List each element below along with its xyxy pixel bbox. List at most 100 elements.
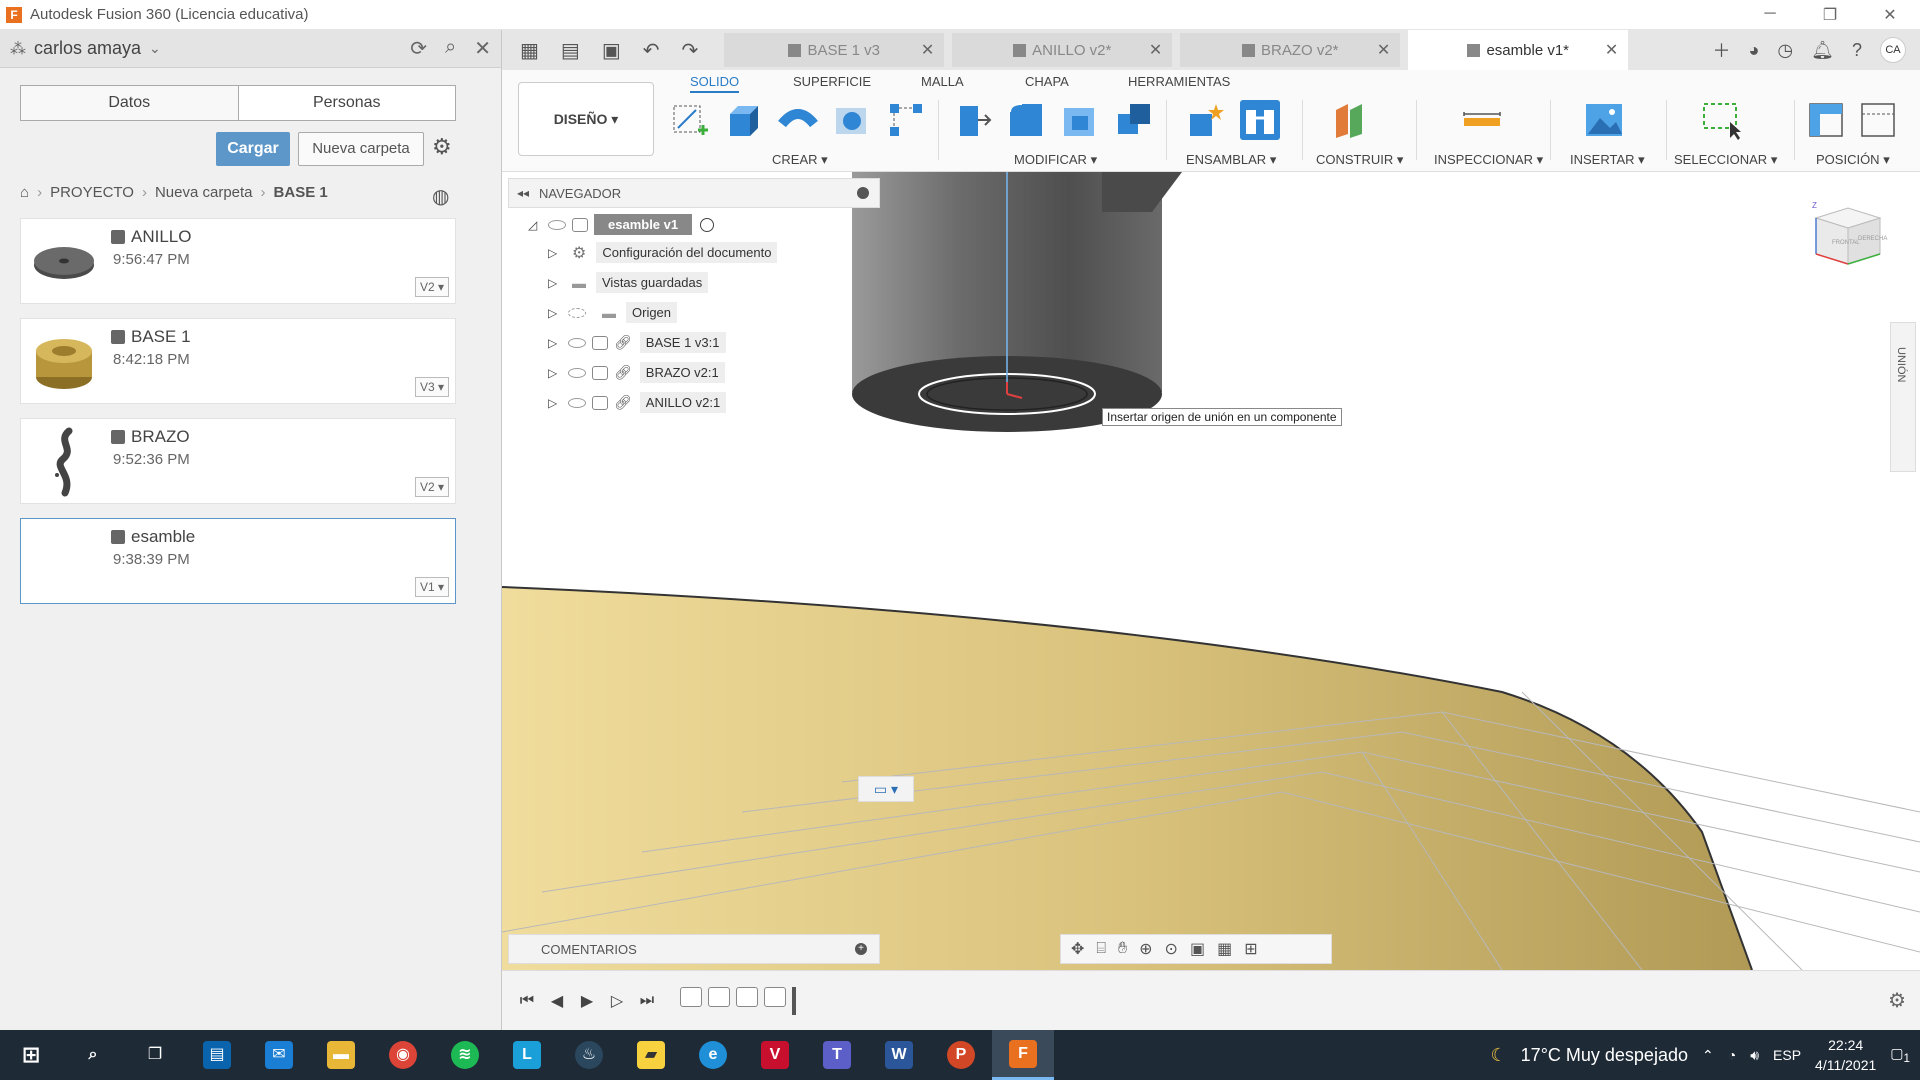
edge-icon[interactable]: e [682,1030,744,1080]
group-modificar[interactable]: MODIFICAR ▾ [1014,152,1097,168]
step-back-icon[interactable]: ◀ [542,991,572,1011]
mail-icon[interactable]: ✉ [248,1030,310,1080]
job-status-icon[interactable]: ◷ [1777,40,1793,61]
upload-button[interactable]: Cargar [216,132,290,166]
undo-icon[interactable]: ↶ [643,38,660,63]
tab-datos[interactable]: Datos [21,86,239,120]
store-icon[interactable]: ▤ [186,1030,248,1080]
group-crear[interactable]: CREAR ▾ [772,152,828,168]
notification-center-icon[interactable]: ▢1 [1890,1045,1910,1065]
file-card-base-1[interactable]: BASE 1 8:42:18 PM V3 ▾ [20,318,456,404]
visibility-eye-icon[interactable] [568,367,586,378]
doc-tab-esamble[interactable]: esamble v1* ✕ [1408,30,1629,70]
language-indicator[interactable]: ESP [1773,1047,1801,1063]
fit-icon[interactable]: ⊙ [1165,939,1178,959]
spotify-icon[interactable]: ≋ [434,1030,496,1080]
avatar[interactable]: CA [1880,37,1906,63]
expand-triangle-icon[interactable]: ▷ [548,306,562,320]
close-tab-icon[interactable]: ✕ [921,40,934,60]
timeline-step[interactable] [708,986,730,1007]
tab-chapa[interactable]: CHAPA [1025,74,1069,89]
group-posicion[interactable]: POSICIÓN ▾ [1816,152,1890,168]
help-icon[interactable]: ? [1852,40,1862,61]
group-seleccionar[interactable]: SELECCIONAR ▾ [1674,152,1777,168]
extrude-icon[interactable] [724,100,764,140]
version-badge[interactable]: V3 ▾ [414,377,449,397]
offset-plane-icon[interactable] [1330,100,1370,140]
word-icon[interactable]: W [868,1030,930,1080]
file-card-anillo[interactable]: ANILLO 9:56:47 PM V2 ▾ [20,218,456,304]
minimize-button[interactable]: ─ [1740,5,1800,25]
close-icon[interactable]: ✕ [474,36,491,61]
browser-root-label[interactable]: esamble v1 [594,214,693,235]
expand-triangle-icon[interactable]: ▷ [548,246,562,260]
browser-item-origin[interactable]: ▷ ▬ Origen [548,302,678,323]
new-folder-button[interactable]: Nueva carpeta [298,132,424,166]
start-button[interactable]: ⊞ [0,1030,62,1080]
chevron-down-icon[interactable]: ⌄ [149,40,161,57]
user-name[interactable]: carlos amaya [34,38,141,59]
volume-icon[interactable]: 🔊︎ [1750,1047,1759,1064]
model-canvas[interactable] [502,172,1920,970]
doc-tab-base-1[interactable]: BASE 1 v3 ✕ [724,33,945,67]
go-to-end-icon[interactable]: ⏭ [632,992,662,1010]
sticky-notes-icon[interactable]: ▰ [620,1030,682,1080]
display-settings-dropdown[interactable]: ▭ ▾ [858,776,914,802]
close-tab-icon[interactable]: ✕ [1149,40,1162,60]
search-icon[interactable]: ⌕ [62,1030,124,1080]
file-card-esamble[interactable]: esamble 9:38:39 PM V1 ▾ [20,518,456,604]
expand-triangle-icon[interactable]: ▷ [548,396,562,410]
teams-icon[interactable]: T [806,1030,868,1080]
expand-triangle-icon[interactable]: ▷ [548,336,562,350]
add-comment-icon[interactable]: + [855,943,867,955]
breadcrumb-item[interactable]: Nueva carpeta [155,184,253,201]
breadcrumb-item[interactable]: PROYECTO [50,184,134,201]
file-explorer-icon[interactable]: ▬ [310,1030,372,1080]
tab-malla[interactable]: MALLA [921,74,964,89]
press-pull-icon[interactable] [952,100,992,140]
network-icon[interactable]: ◔ [1728,1047,1736,1063]
chrome-icon[interactable]: ◉ [372,1030,434,1080]
timeline-step[interactable] [736,986,758,1007]
fusion-360-icon[interactable]: F [992,1030,1054,1080]
browser-item-anillo[interactable]: ▷ 🔗︎ ANILLO v2:1 [548,392,727,413]
measure-icon[interactable] [1462,100,1502,140]
play-icon[interactable]: ▶ [572,991,602,1011]
tab-herramientas[interactable]: HERRAMIENTAS [1128,74,1230,89]
timeline-settings-icon[interactable]: ⚙ [1888,988,1906,1013]
browser-item-brazo[interactable]: ▷ 🔗︎ BRAZO v2:1 [548,362,725,383]
shell-icon[interactable] [1060,100,1100,140]
weather-text[interactable]: 17°C Muy despejado [1521,1045,1688,1066]
timeline-step[interactable] [680,986,702,1007]
launcher-l-icon[interactable]: L [496,1030,558,1080]
comments-panel[interactable]: COMENTARIOS + [508,934,880,964]
capture-position-icon[interactable] [1806,100,1846,140]
new-component-icon[interactable] [1186,100,1226,140]
revolve-icon[interactable] [778,100,818,140]
group-inspeccionar[interactable]: INSPECCIONAR ▾ [1434,152,1543,168]
group-insertar[interactable]: INSERTAR ▾ [1570,152,1645,168]
orbit-icon[interactable]: ✥ [1071,939,1084,959]
visibility-eye-icon[interactable] [568,337,586,348]
visibility-eye-icon[interactable] [548,219,566,230]
expand-triangle-icon[interactable]: ◿ [528,218,542,232]
home-icon[interactable]: ⌂ [20,184,29,201]
tab-superficie[interactable]: SUPERFICIE [793,74,871,89]
browser-item-saved-views[interactable]: ▷ ▬ Vistas guardadas [548,272,709,293]
viewcube[interactable]: FRONTAL DERECHA Z [1808,198,1888,278]
canvas-viewport[interactable]: ◂◂ NAVEGADOR ◿ esamble v1 ▷ ⚙ Configurac… [502,172,1920,970]
globe-icon[interactable]: ◍ [432,184,449,209]
chevron-up-icon[interactable]: ⌃ [1702,1047,1714,1064]
tab-solido[interactable]: SOLIDO [690,74,740,93]
close-tab-icon[interactable]: ✕ [1377,40,1390,60]
apps-grid-icon[interactable]: ▦ [520,38,539,63]
insert-image-icon[interactable] [1584,100,1624,140]
viewports-icon[interactable]: ⊞ [1244,939,1257,959]
fillet-icon[interactable] [1006,100,1046,140]
doc-tab-brazo[interactable]: BRAZO v2* ✕ [1180,33,1401,67]
group-ensamblar[interactable]: ENSAMBLAR ▾ [1186,152,1276,168]
expand-triangle-icon[interactable]: ▷ [548,366,562,380]
file-menu-icon[interactable]: ▤ [561,38,580,63]
browser-menu-icon[interactable] [857,187,869,199]
extensions-icon[interactable]: ◕ [1749,40,1760,61]
